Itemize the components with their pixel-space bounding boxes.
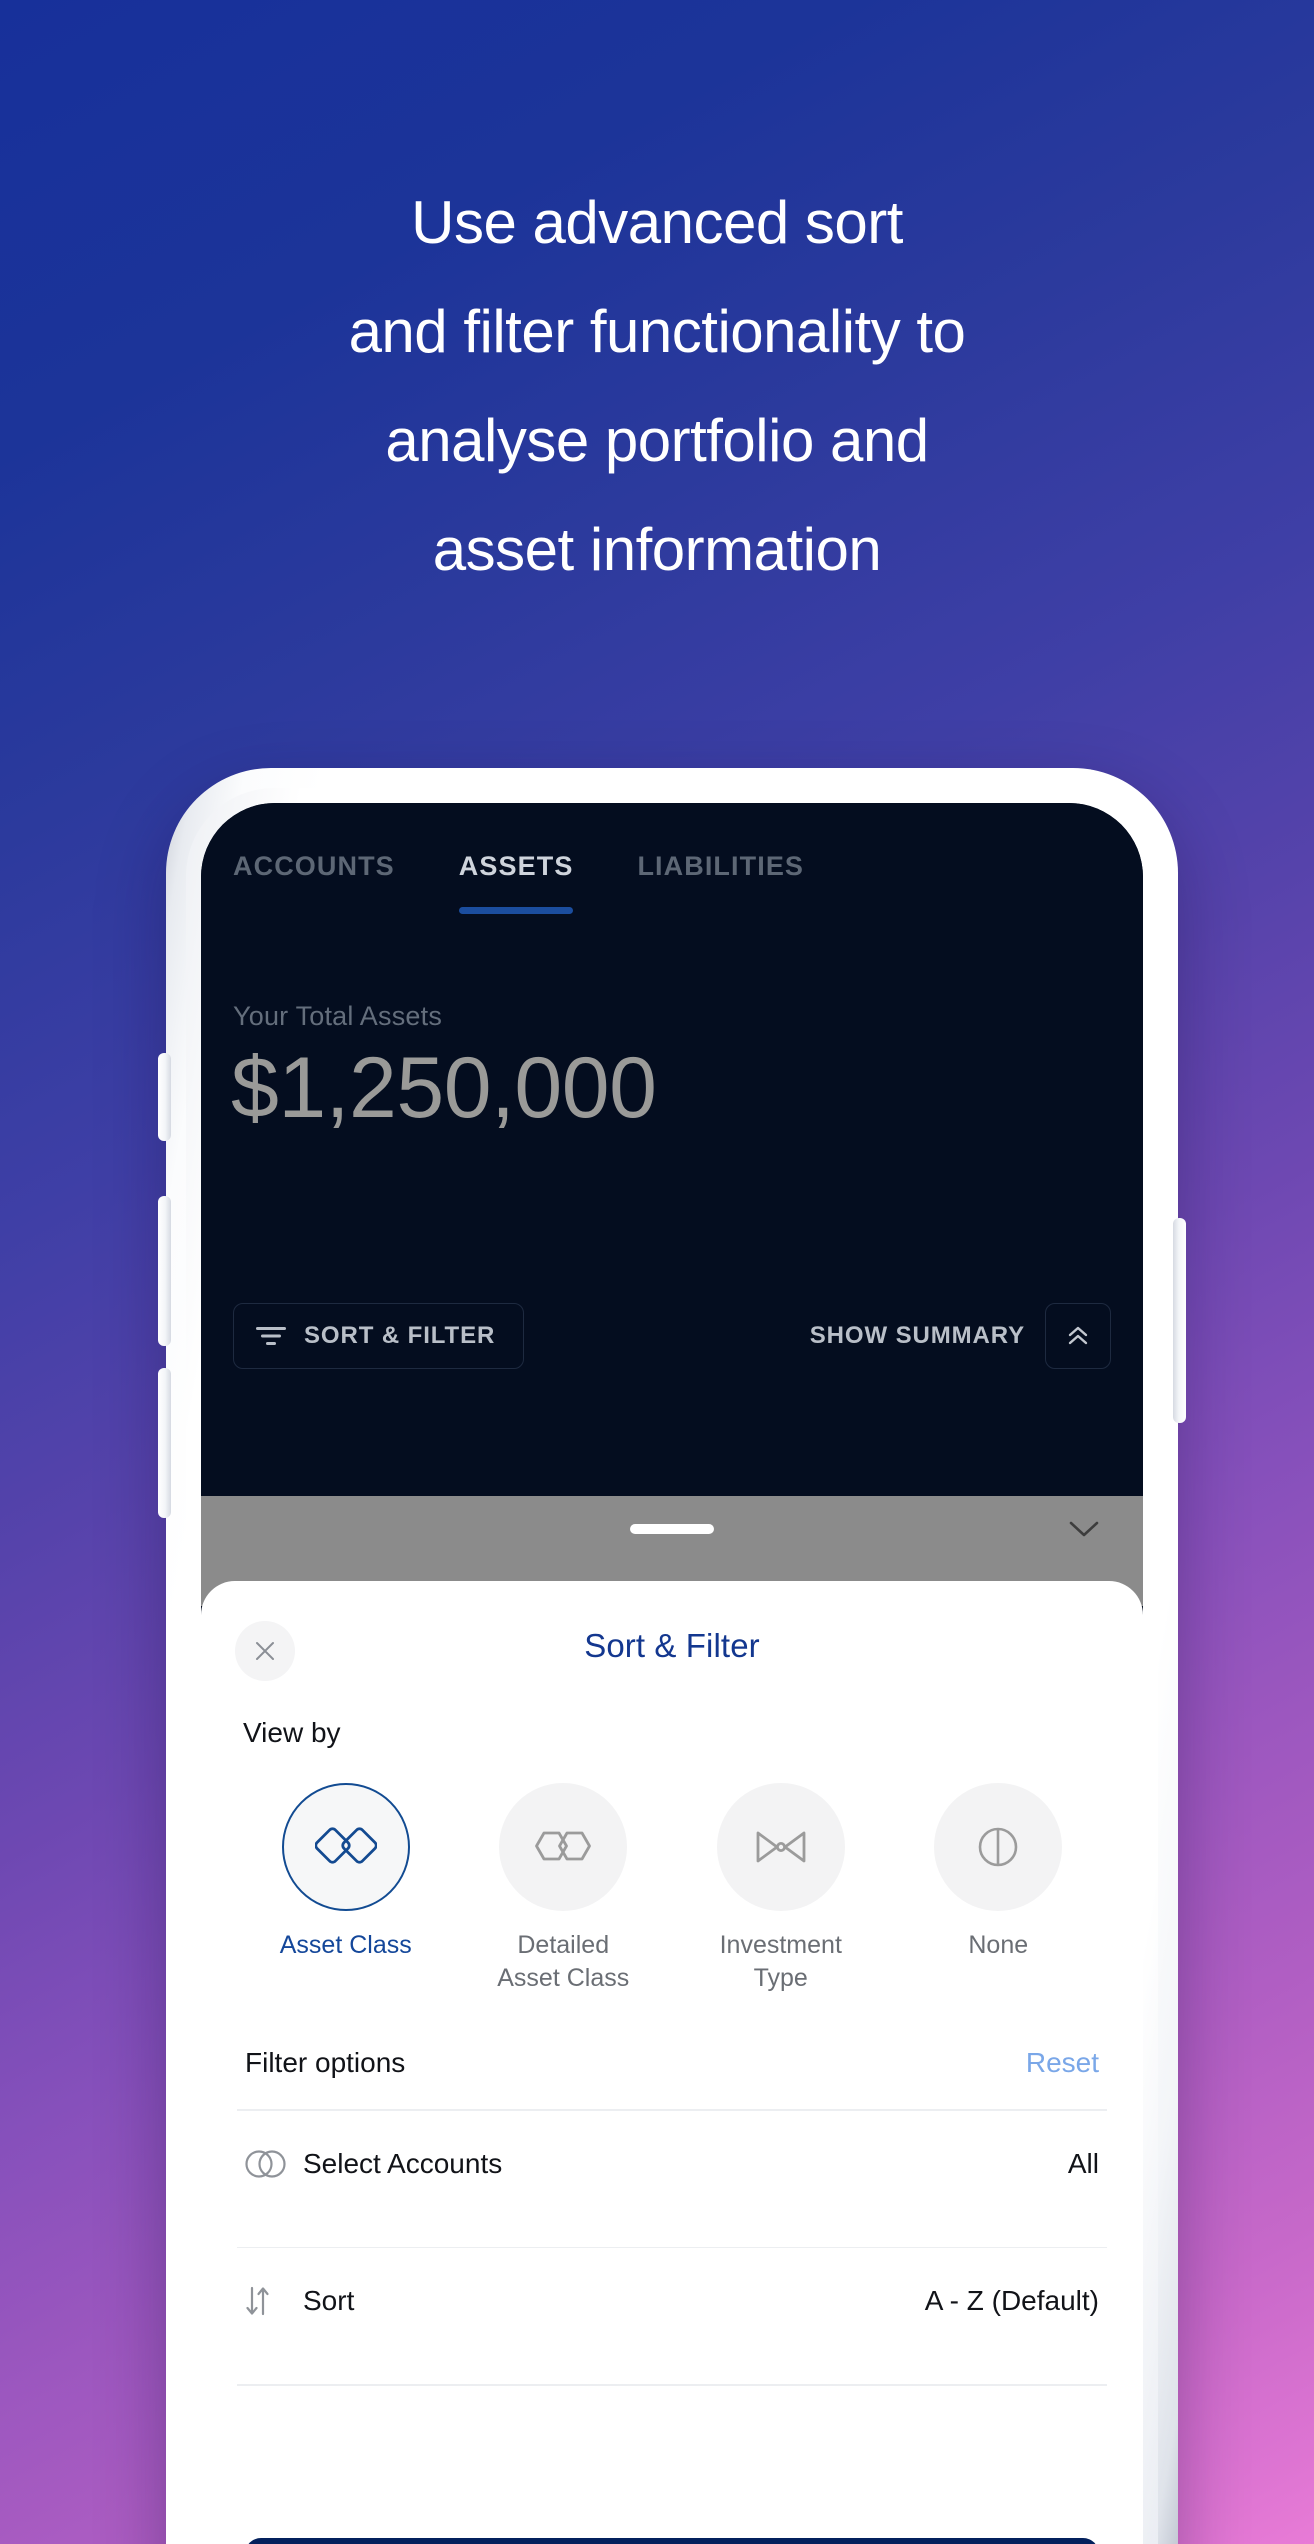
phone-mockup: ACCOUNTS ASSETS LIABILITIES Your Total A… (158, 768, 1186, 2544)
view-by-option-none[interactable]: None (890, 1783, 1108, 1995)
view-by-option-asset-class[interactable]: Asset Class (237, 1783, 455, 1995)
tab-active-indicator (458, 907, 574, 914)
total-assets-value: $1,250,000 (231, 1040, 657, 1136)
view-by-option-asset-class-label: Asset Class (279, 1931, 412, 1959)
view-by-option-none-circle (934, 1783, 1063, 1911)
sort-filter-button-label: SORT & FILTER (304, 1322, 496, 1349)
view-by-option-detailed-asset-class-label: Detailed Asset Class (497, 1931, 630, 1992)
divider (237, 2384, 1107, 2386)
filter-options-label: Filter options (245, 2047, 406, 2078)
tab-liabilities[interactable]: LIABILITIES (637, 851, 804, 914)
tab-assets[interactable]: ASSETS (458, 851, 574, 914)
overlapping-hexagons-icon (535, 1831, 592, 1861)
filter-options-header: Filter options Reset (201, 2047, 1143, 2079)
tab-accounts[interactable]: ACCOUNTS (233, 851, 395, 914)
phone-screen: ACCOUNTS ASSETS LIABILITIES Your Total A… (201, 803, 1143, 2544)
total-assets-label: Your Total Assets (233, 1001, 443, 1031)
filter-icon (256, 1327, 286, 1345)
sheet-title: Sort & Filter (584, 1627, 760, 1664)
filter-row-select-accounts-value: All (1067, 2147, 1099, 2179)
view-by-option-investment-type-circle (716, 1783, 845, 1911)
view-by-label: View by (243, 1717, 341, 1748)
tab-accounts-label: ACCOUNTS (233, 851, 395, 881)
reset-link[interactable]: Reset (1026, 2047, 1099, 2079)
phone-volume-down-button[interactable] (158, 1368, 171, 1518)
filter-row-select-accounts-label: Select Accounts (303, 2147, 503, 2179)
view-by-option-detailed-asset-class[interactable]: Detailed Asset Class (455, 1783, 673, 1995)
filter-row-select-accounts[interactable]: Select Accounts All (201, 2111, 1143, 2217)
phone-silent-switch[interactable] (158, 1053, 171, 1141)
phone-volume-up-button[interactable] (158, 1196, 171, 1346)
view-by-option-detailed-asset-class-circle (499, 1783, 628, 1911)
overlapping-diamonds-icon (314, 1827, 377, 1864)
sheet-header: Sort & Filter (201, 1581, 1143, 1699)
show-summary-toggle-button[interactable] (1045, 1303, 1111, 1369)
chevron-down-icon[interactable] (1067, 1518, 1101, 1540)
filter-row-sort-value: A - Z (Default) (924, 2285, 1099, 2317)
view-by-option-investment-type[interactable]: Investment Type (672, 1783, 890, 1995)
filter-row-sort[interactable]: Sort A - Z (Default) (201, 2248, 1143, 2354)
sort-filter-sheet: Sort & Filter View by Asset Class Detail… (201, 1581, 1143, 2544)
view-by-option-asset-class-circle (281, 1783, 410, 1911)
view-by-option-none-label: None (968, 1931, 1029, 1959)
page-headline: Use advanced sort and filter functionali… (348, 189, 966, 583)
sheet-drag-handle[interactable] (630, 1524, 714, 1534)
overlapping-circles-icon (243, 2148, 297, 2180)
app-dark-region: ACCOUNTS ASSETS LIABILITIES Your Total A… (201, 803, 1143, 1496)
show-summary-label: SHOW SUMMARY (809, 1322, 1025, 1349)
half-circle-icon (978, 1827, 1018, 1867)
show-summary-control[interactable]: SHOW SUMMARY (810, 1303, 1111, 1369)
tab-liabilities-label: LIABILITIES (637, 851, 805, 881)
tab-assets-label: ASSETS (458, 851, 574, 881)
double-chevron-up-icon (1068, 1326, 1088, 1345)
apply-button[interactable] (245, 2538, 1099, 2544)
sort-arrows-icon (243, 2284, 297, 2318)
sort-filter-button[interactable]: SORT & FILTER (233, 1303, 525, 1369)
view-by-options: Asset Class Detailed Asset Class Investm… (201, 1783, 1143, 1995)
tab-bar: ACCOUNTS ASSETS LIABILITIES (201, 851, 1143, 914)
phone-power-button[interactable] (1173, 1218, 1186, 1423)
filter-row-sort-label: Sort (303, 2285, 355, 2317)
bowtie-icon (756, 1831, 806, 1863)
view-by-option-investment-type-label: Investment Type (719, 1931, 842, 1992)
